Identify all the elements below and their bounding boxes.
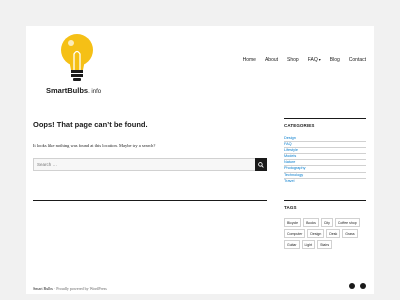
categories-title: CATEGORIES [284, 123, 315, 128]
site-logo[interactable]: SmartBulbs. info [36, 32, 126, 96]
tag-link[interactable]: Light [301, 240, 316, 249]
footer-site-name[interactable]: Smart Bulbs [33, 286, 53, 291]
category-link[interactable]: Travel [284, 177, 366, 184]
tag-link[interactable]: Desk [326, 229, 341, 238]
nav-item-blog[interactable]: Blog [330, 57, 340, 63]
search-icon [258, 161, 264, 168]
search-button[interactable] [255, 158, 267, 171]
nav-item-faq-label: FAQ [307, 57, 318, 63]
nav-item-home[interactable]: Home [243, 57, 256, 63]
footer-powered-by[interactable]: Proudly powered by WordPress [56, 286, 107, 291]
widget-divider [284, 200, 366, 201]
social-links [349, 283, 366, 289]
chevron-down-icon: ▾ [318, 57, 321, 62]
tag-link[interactable]: Books [303, 218, 319, 227]
tag-link[interactable]: Bicycle [284, 218, 302, 227]
social-icon[interactable] [349, 283, 355, 289]
categories-widget: CATEGORIES Design FAQ Lifestyle Models N… [284, 118, 366, 184]
nav-item-shop[interactable]: Shop [287, 57, 299, 63]
site-footer: Smart Bulbs · Proudly powered by WordPre… [33, 286, 367, 291]
widget-divider [284, 118, 366, 119]
social-icon[interactable] [360, 283, 366, 289]
nav-item-about[interactable]: About [265, 57, 278, 63]
tag-link[interactable]: Guitar [284, 240, 300, 249]
tag-link[interactable]: Design [307, 229, 325, 238]
tag-link[interactable]: Stairs [317, 240, 333, 249]
search-input[interactable] [33, 158, 256, 171]
lightbulb-icon [61, 34, 93, 81]
tag-link[interactable]: Coffee shop [334, 218, 360, 227]
categories-list: Design FAQ Lifestyle Models Nature Photo… [284, 136, 366, 184]
tags-widget: TAGS Bicycle Books City Coffee shop Comp… [284, 200, 366, 249]
site-brand: SmartBulbs. info [46, 86, 101, 95]
brand-suffix: . info [88, 89, 102, 95]
tags-title: TAGS [284, 205, 297, 210]
not-found-message: It looks like nothing was found at this … [33, 143, 156, 148]
main-content: Oops! That page can’t be found. It looks… [33, 120, 267, 171]
nav-item-contact[interactable]: Contact [349, 57, 366, 63]
brand-name: SmartBulbs [46, 86, 89, 95]
page-title: Oops! That page can’t be found. [33, 120, 148, 129]
page-container: SmartBulbs. info Home About Shop FAQ▾ Bl… [26, 26, 374, 294]
tag-cloud: Bicycle Books City Coffee shop Computer … [284, 218, 366, 249]
tag-link[interactable]: City [320, 218, 333, 227]
content-divider [33, 200, 267, 201]
nav-item-faq[interactable]: FAQ▾ [308, 57, 321, 63]
search-form [33, 158, 267, 171]
tag-link[interactable]: Computer [284, 229, 306, 238]
tag-link[interactable]: Grass [342, 229, 358, 238]
main-navigation: Home About Shop FAQ▾ Blog Contact [243, 57, 366, 63]
